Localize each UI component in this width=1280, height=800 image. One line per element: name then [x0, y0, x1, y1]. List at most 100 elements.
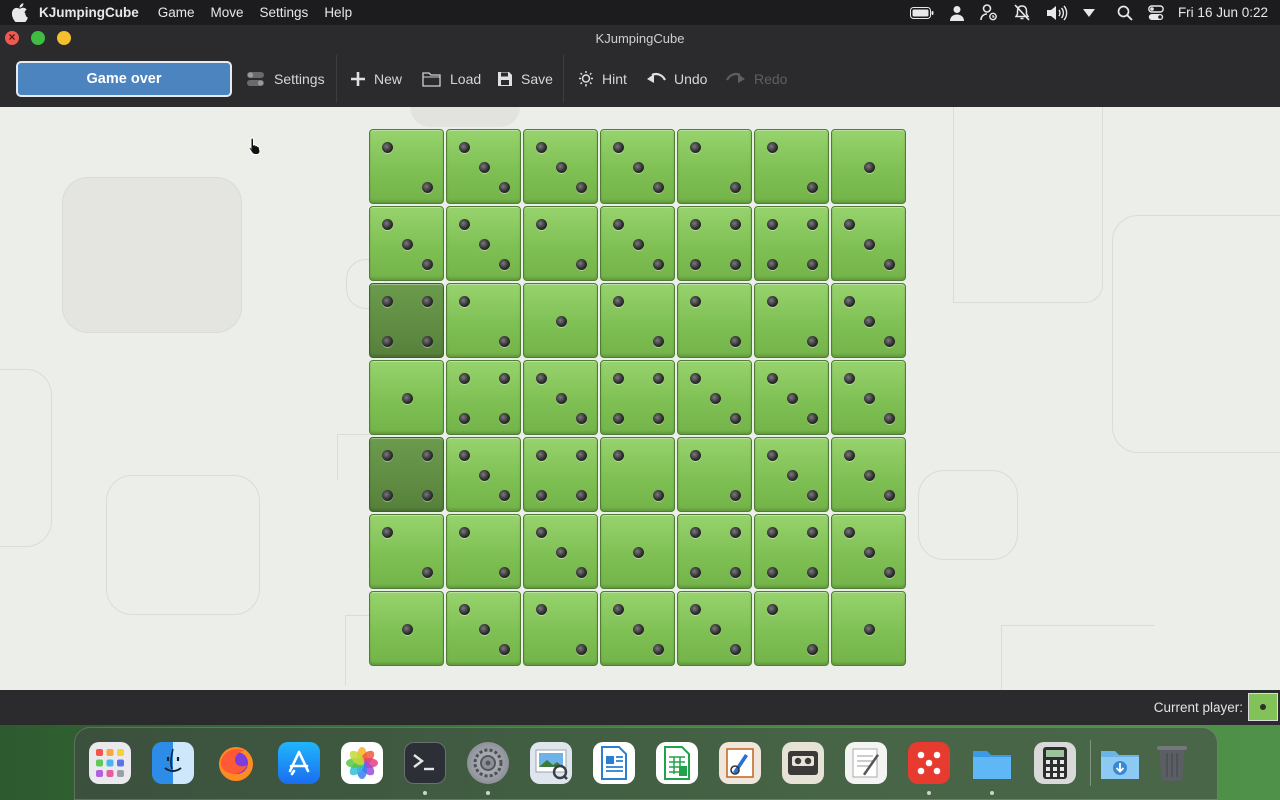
- cube-cell[interactable]: [369, 514, 444, 589]
- cube-cell[interactable]: [523, 206, 598, 281]
- cube-pip: [536, 450, 547, 461]
- cube-cell[interactable]: [523, 360, 598, 435]
- firefox-icon[interactable]: [215, 742, 257, 784]
- cube-cell[interactable]: [523, 437, 598, 512]
- chevron-down-icon[interactable]: [1082, 0, 1095, 25]
- cube-cell[interactable]: [600, 437, 675, 512]
- menu-help[interactable]: Help: [316, 0, 360, 25]
- apple-menu-icon[interactable]: [0, 3, 38, 22]
- minimize-window-button[interactable]: [31, 31, 45, 45]
- cube-cell[interactable]: [754, 360, 829, 435]
- cube-cell[interactable]: [677, 591, 752, 666]
- cube-cell[interactable]: [831, 206, 906, 281]
- menubar-app-name[interactable]: KJumpingCube: [38, 0, 150, 25]
- cube-pip: [884, 259, 895, 270]
- save-game-button[interactable]: Save: [497, 63, 553, 95]
- battery-icon[interactable]: [909, 0, 934, 25]
- menubar-clock[interactable]: Fri 16 Jun 0:22: [1178, 5, 1268, 20]
- cube-pip: [459, 373, 470, 384]
- calc-sheet-icon[interactable]: [656, 742, 698, 784]
- cube-cell[interactable]: [446, 360, 521, 435]
- load-game-button[interactable]: Load: [422, 63, 481, 95]
- cube-cell[interactable]: [446, 514, 521, 589]
- user-switch-icon[interactable]: [980, 0, 998, 25]
- menu-move[interactable]: Move: [203, 0, 252, 25]
- hint-button[interactable]: Hint: [578, 63, 627, 95]
- preview-icon[interactable]: [530, 742, 572, 784]
- cube-cell[interactable]: [600, 360, 675, 435]
- launchpad-icon[interactable]: [89, 742, 131, 784]
- cube-cell[interactable]: [754, 283, 829, 358]
- cube-cell[interactable]: [446, 437, 521, 512]
- cube-cell[interactable]: [369, 129, 444, 204]
- window-titlebar[interactable]: × KJumpingCube: [0, 25, 1280, 51]
- close-window-button[interactable]: ×: [5, 30, 19, 45]
- cube-cell[interactable]: [831, 129, 906, 204]
- files-icon[interactable]: [971, 742, 1013, 784]
- cube-cell[interactable]: [754, 437, 829, 512]
- cube-cell[interactable]: [754, 591, 829, 666]
- cube-cell[interactable]: [831, 591, 906, 666]
- kjumpingcube-icon[interactable]: [908, 742, 950, 784]
- cube-cell[interactable]: [754, 514, 829, 589]
- cube-cell[interactable]: [369, 437, 444, 512]
- control-center-icon[interactable]: [1148, 0, 1164, 25]
- cube-cell[interactable]: [523, 514, 598, 589]
- menu-settings[interactable]: Settings: [252, 0, 317, 25]
- app-store-icon[interactable]: [278, 742, 320, 784]
- cube-cell[interactable]: [600, 283, 675, 358]
- calculator-icon[interactable]: [1034, 742, 1076, 784]
- game-status-field[interactable]: Game over: [16, 61, 232, 97]
- cube-cell[interactable]: [677, 360, 752, 435]
- notifications-muted-icon[interactable]: [1013, 0, 1031, 25]
- trash-icon[interactable]: [1151, 742, 1193, 784]
- cube-cell[interactable]: [831, 283, 906, 358]
- system-settings-icon[interactable]: [467, 742, 509, 784]
- cube-cell[interactable]: [369, 591, 444, 666]
- cube-pip: [653, 182, 664, 193]
- cube-cell[interactable]: [754, 129, 829, 204]
- cube-cell[interactable]: [754, 206, 829, 281]
- cube-cell[interactable]: [600, 206, 675, 281]
- photos-icon[interactable]: [341, 742, 383, 784]
- cube-cell[interactable]: [523, 591, 598, 666]
- text-editor-icon[interactable]: [845, 742, 887, 784]
- cube-pip: [767, 259, 778, 270]
- search-icon[interactable]: [1117, 0, 1133, 25]
- cube-cell[interactable]: [677, 437, 752, 512]
- cube-cell[interactable]: [600, 591, 675, 666]
- menu-game[interactable]: Game: [150, 0, 203, 25]
- undo-button[interactable]: Undo: [646, 63, 707, 95]
- terminal-icon[interactable]: [404, 742, 446, 784]
- cube-cell[interactable]: [677, 206, 752, 281]
- finder-icon[interactable]: [152, 742, 194, 784]
- cube-cell[interactable]: [600, 514, 675, 589]
- settings-button[interactable]: Settings: [246, 63, 325, 95]
- draw-icon[interactable]: [719, 742, 761, 784]
- cube-cell[interactable]: [369, 283, 444, 358]
- user-icon[interactable]: [949, 0, 965, 25]
- cube-cell[interactable]: [831, 437, 906, 512]
- writer-icon[interactable]: [593, 742, 635, 784]
- cube-cell[interactable]: [831, 514, 906, 589]
- cube-cell[interactable]: [446, 129, 521, 204]
- tape-icon[interactable]: [782, 742, 824, 784]
- cube-cell[interactable]: [677, 129, 752, 204]
- cube-cell[interactable]: [677, 283, 752, 358]
- cube-cell[interactable]: [446, 283, 521, 358]
- volume-icon[interactable]: [1046, 0, 1068, 25]
- cube-cell[interactable]: [831, 360, 906, 435]
- cube-pip: [730, 644, 741, 655]
- cube-cell[interactable]: [677, 514, 752, 589]
- cube-cell[interactable]: [369, 206, 444, 281]
- cube-cell[interactable]: [600, 129, 675, 204]
- cube-cell[interactable]: [523, 283, 598, 358]
- cube-cell[interactable]: [369, 360, 444, 435]
- downloads-icon[interactable]: [1099, 742, 1141, 784]
- main-toolbar: Game over Settings New Load Save Hint Un…: [0, 51, 1280, 107]
- cube-cell[interactable]: [446, 591, 521, 666]
- new-game-button[interactable]: New: [350, 63, 402, 95]
- cube-cell[interactable]: [523, 129, 598, 204]
- cube-cell[interactable]: [446, 206, 521, 281]
- maximize-window-button[interactable]: [57, 31, 71, 45]
